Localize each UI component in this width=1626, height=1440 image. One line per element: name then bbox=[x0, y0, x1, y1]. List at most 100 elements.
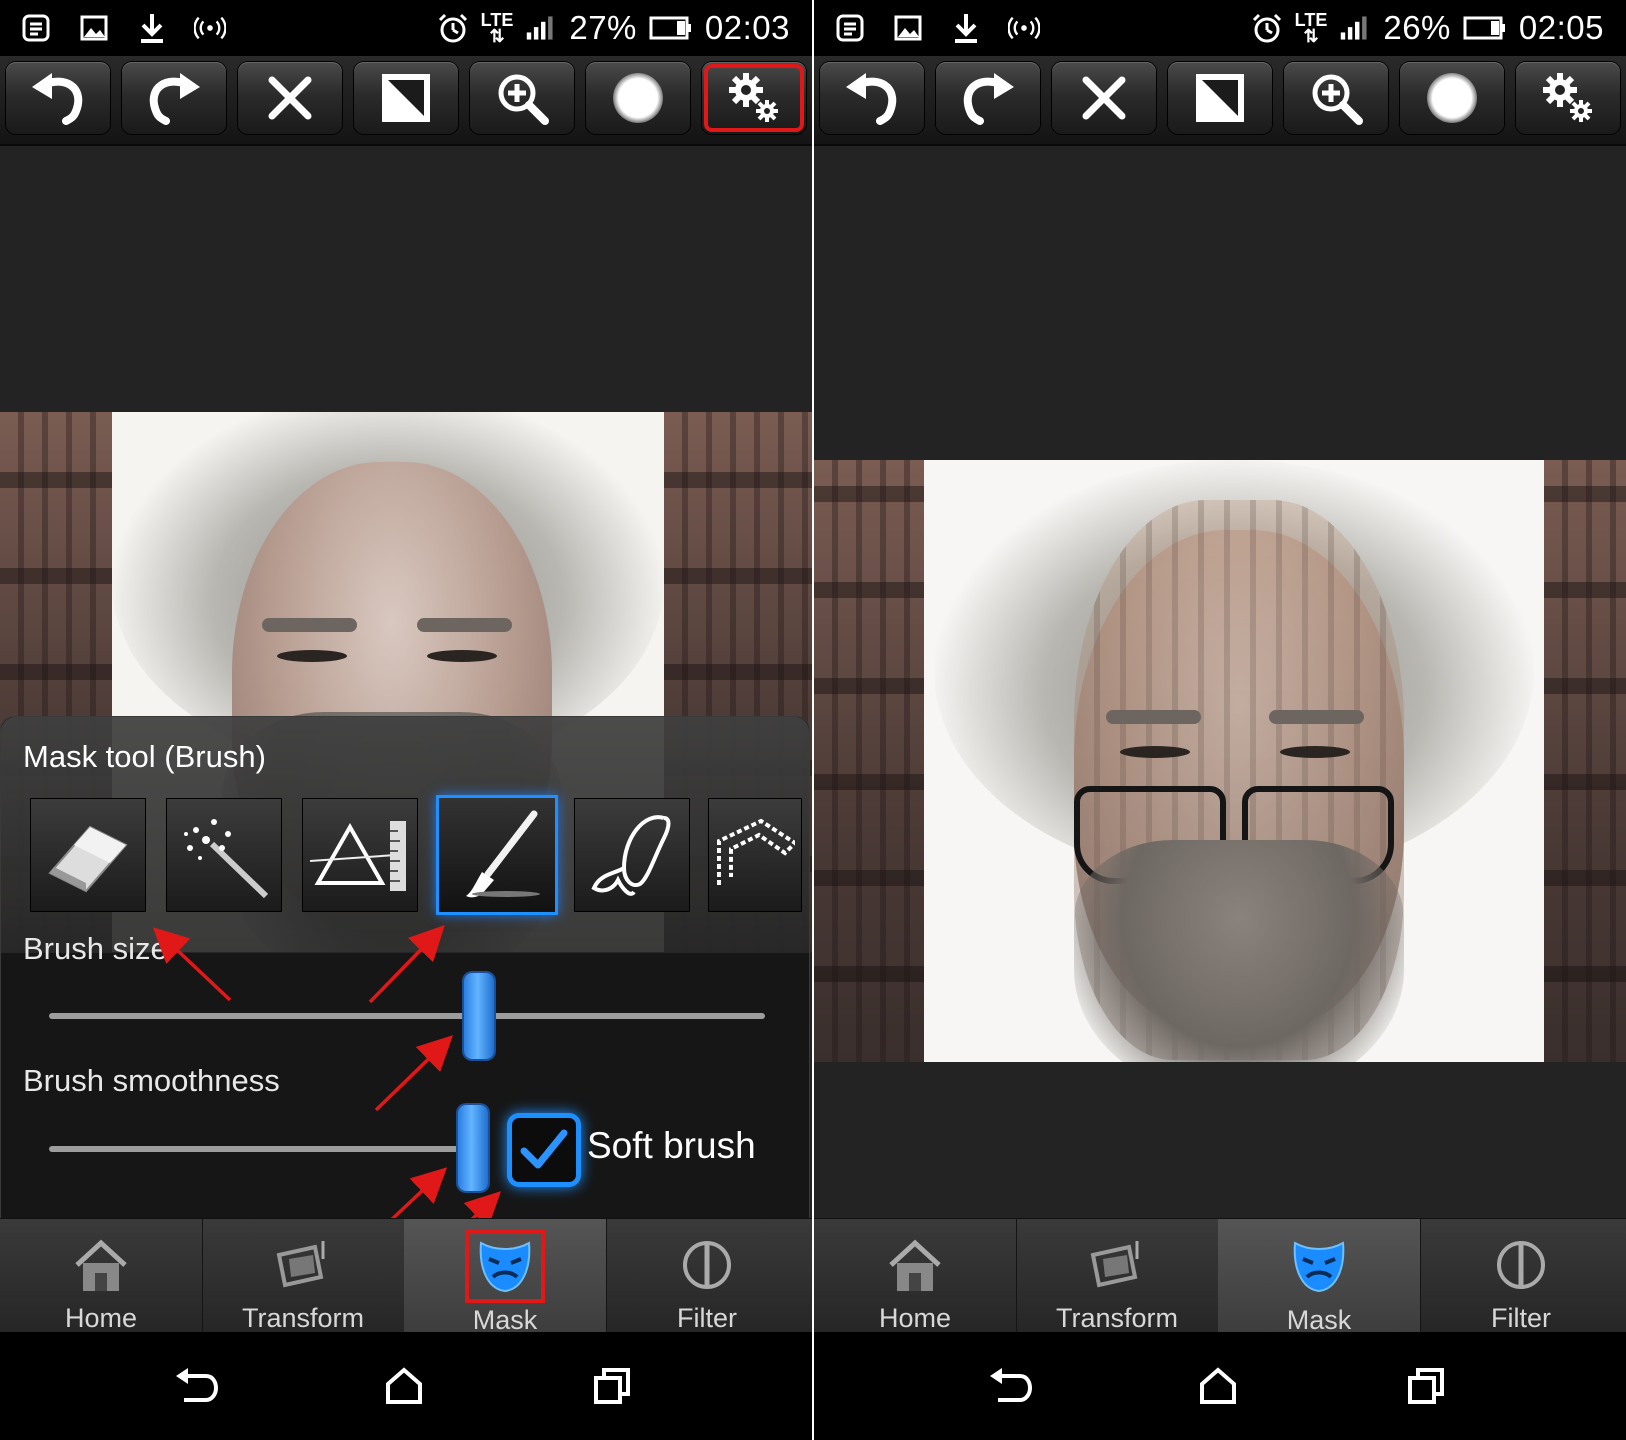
soft-circle-icon bbox=[613, 73, 663, 123]
zoom-in-button[interactable] bbox=[470, 62, 574, 134]
recents-button[interactable] bbox=[580, 1354, 644, 1418]
redo-button[interactable] bbox=[936, 62, 1040, 134]
home-icon bbox=[883, 1237, 947, 1293]
tab-filter[interactable]: Filter bbox=[606, 1219, 808, 1333]
brush-tool[interactable] bbox=[436, 795, 558, 915]
alarm-icon bbox=[437, 12, 469, 44]
settings-button[interactable] bbox=[1516, 62, 1620, 134]
image-icon bbox=[78, 12, 110, 44]
signal-icon bbox=[1339, 12, 1371, 44]
checkmark-icon bbox=[520, 1129, 568, 1169]
signal-icon bbox=[525, 12, 557, 44]
transform-icon bbox=[271, 1237, 335, 1293]
notes-icon bbox=[20, 12, 52, 44]
zoom-in-icon bbox=[1312, 74, 1363, 125]
tab-home[interactable]: Home bbox=[0, 1219, 203, 1333]
redo-button[interactable] bbox=[122, 62, 226, 134]
lasso-icon bbox=[591, 815, 671, 896]
transform-icon bbox=[1085, 1237, 1149, 1293]
home-nav-icon bbox=[1200, 1367, 1236, 1404]
canvas-image[interactable] bbox=[814, 460, 1626, 1062]
home-nav-icon bbox=[386, 1367, 422, 1404]
eraser-tool[interactable] bbox=[31, 799, 145, 911]
contrast-icon bbox=[382, 74, 430, 122]
tab-transform[interactable]: Transform bbox=[202, 1219, 405, 1333]
back-icon bbox=[176, 1368, 218, 1402]
zoom-in-button[interactable] bbox=[1284, 62, 1388, 134]
clock: 02:05 bbox=[1518, 9, 1604, 46]
undo-icon bbox=[846, 73, 897, 125]
brush-size-label: Brush size bbox=[23, 931, 168, 966]
download-icon bbox=[136, 12, 168, 44]
tab-home[interactable]: Home bbox=[814, 1219, 1017, 1333]
prism-ruler-icon bbox=[310, 821, 406, 891]
soft-circle-button[interactable] bbox=[586, 62, 690, 134]
top-toolbar bbox=[0, 56, 812, 146]
tab-home-label: Home bbox=[878, 1303, 952, 1333]
contrast-button[interactable] bbox=[1168, 62, 1272, 134]
brush-size-thumb[interactable] bbox=[463, 973, 494, 1059]
recents-icon bbox=[1408, 1368, 1444, 1404]
soft-brush-label: Soft brush bbox=[587, 1125, 756, 1166]
gradient-tool[interactable] bbox=[303, 799, 417, 911]
tab-transform[interactable]: Transform bbox=[1016, 1219, 1219, 1333]
undo-icon bbox=[32, 73, 83, 125]
redo-icon bbox=[149, 73, 200, 125]
tab-mask[interactable]: Mask bbox=[1218, 1219, 1421, 1335]
status-bar: LTE ⇅ 27% 02:03 bbox=[0, 0, 812, 56]
system-nav-bar bbox=[814, 1332, 1626, 1440]
tab-transform-label: Transform bbox=[1055, 1303, 1178, 1333]
settings-gears-icon bbox=[729, 73, 778, 122]
filter-icon bbox=[675, 1237, 739, 1293]
tab-mask[interactable]: Mask bbox=[404, 1219, 607, 1335]
soft-brush-checkbox[interactable] bbox=[507, 1113, 581, 1187]
undo-button[interactable] bbox=[6, 62, 110, 134]
tab-filter-label: Filter bbox=[677, 1303, 737, 1333]
filter-icon bbox=[1489, 1237, 1553, 1293]
recents-icon bbox=[594, 1368, 630, 1404]
recents-button[interactable] bbox=[1394, 1354, 1458, 1418]
tab-home-label: Home bbox=[64, 1303, 138, 1333]
right-screenshot: LTE ⇅ 26% 02:05 Home Transform Mask Filt… bbox=[814, 0, 1626, 1440]
zoom-in-icon bbox=[498, 74, 549, 125]
tab-filter[interactable]: Filter bbox=[1420, 1219, 1622, 1333]
brush-smoothness-thumb[interactable] bbox=[458, 1105, 488, 1191]
magic-wand-tool[interactable] bbox=[167, 799, 281, 911]
top-toolbar bbox=[814, 56, 1626, 146]
network-type: LTE ⇅ bbox=[1294, 10, 1328, 46]
soft-circle-button[interactable] bbox=[1400, 62, 1504, 134]
lasso-tool[interactable] bbox=[575, 799, 689, 911]
contrast-icon bbox=[1196, 74, 1244, 122]
close-button[interactable] bbox=[1052, 62, 1156, 134]
battery-percent: 27% bbox=[569, 9, 637, 46]
brush-smoothness-slider[interactable] bbox=[49, 1146, 469, 1152]
home-nav-button[interactable] bbox=[372, 1354, 436, 1418]
back-button[interactable] bbox=[978, 1354, 1042, 1418]
back-button[interactable] bbox=[164, 1354, 228, 1418]
polygon-icon bbox=[717, 818, 795, 885]
close-button[interactable] bbox=[238, 62, 342, 134]
system-nav-bar bbox=[0, 1332, 812, 1440]
home-icon bbox=[69, 1237, 133, 1293]
mask-icon bbox=[1287, 1237, 1351, 1295]
network-type: LTE ⇅ bbox=[480, 10, 514, 46]
bottom-tab-bar: Home Transform Mask Filter bbox=[814, 1218, 1626, 1335]
eraser-icon bbox=[48, 825, 128, 893]
soft-circle-icon bbox=[1427, 73, 1477, 123]
settings-button[interactable] bbox=[702, 62, 806, 134]
brush-smoothness-label: Brush smoothness bbox=[23, 1063, 280, 1098]
magic-wand-icon bbox=[184, 819, 269, 899]
contrast-button[interactable] bbox=[354, 62, 458, 134]
hotspot-icon bbox=[194, 12, 226, 44]
polygon-tool[interactable] bbox=[709, 799, 801, 911]
battery-percent: 26% bbox=[1383, 9, 1451, 46]
redo-icon bbox=[963, 73, 1014, 125]
close-icon bbox=[268, 76, 312, 120]
home-nav-button[interactable] bbox=[1186, 1354, 1250, 1418]
left-screenshot: LTE ⇅ 27% 02:03 Mask tool (Brush) Brush … bbox=[0, 0, 812, 1440]
bottom-tab-bar: Home Transform Mask Filter bbox=[0, 1218, 812, 1335]
mask-panel-title: Mask tool (Brush) bbox=[23, 739, 266, 774]
settings-gears-icon bbox=[1543, 73, 1592, 122]
brush-size-slider[interactable] bbox=[49, 1013, 765, 1019]
undo-button[interactable] bbox=[820, 62, 924, 134]
